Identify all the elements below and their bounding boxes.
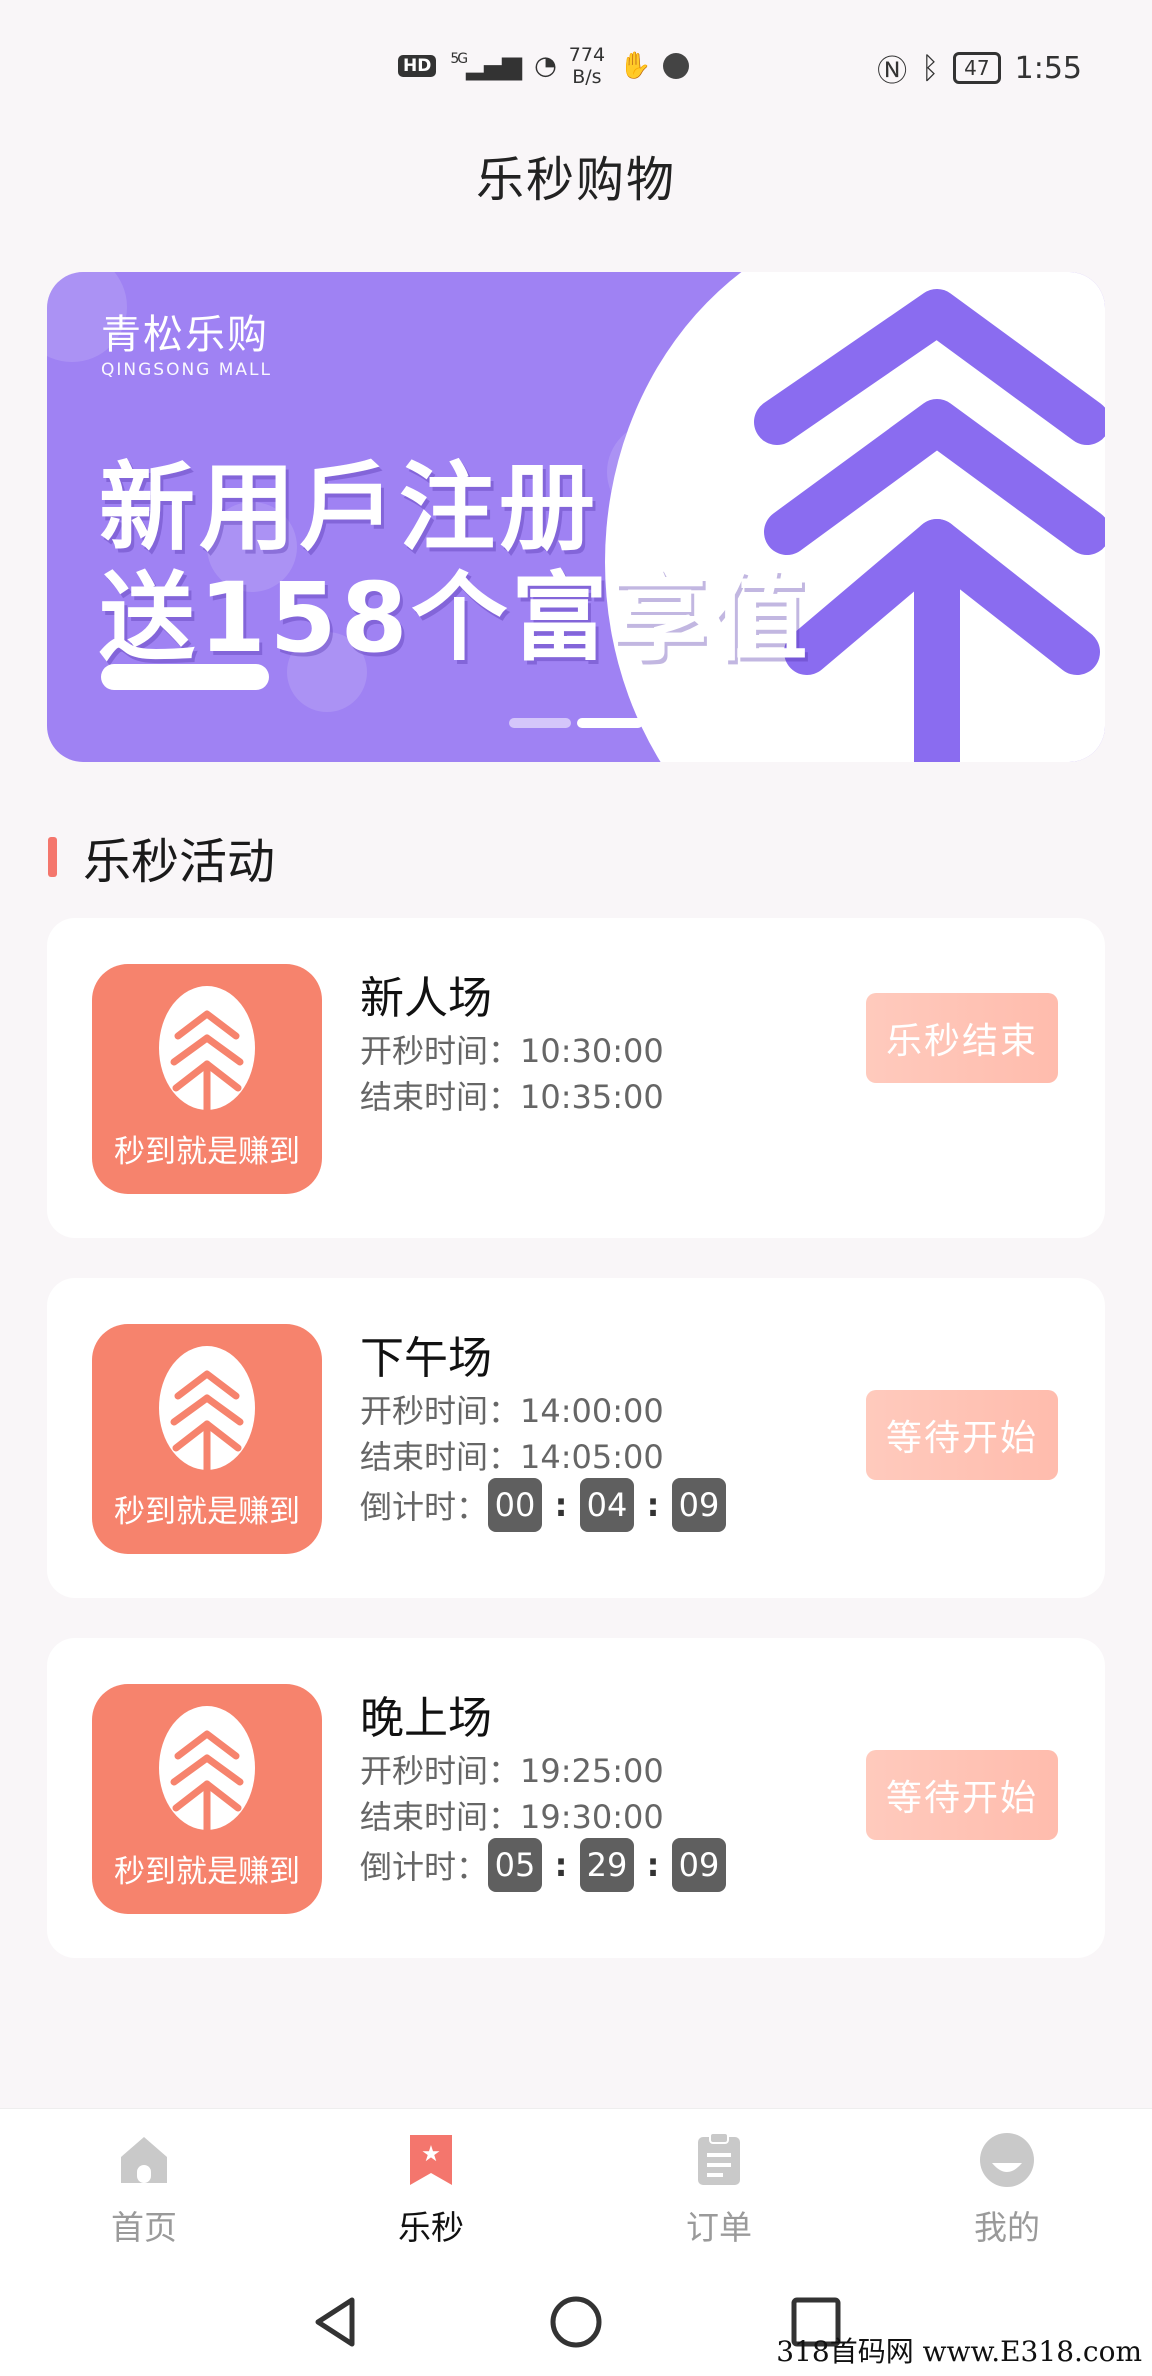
wifi-icon: ◔ xyxy=(534,51,557,81)
tree-logo: 秒到就是赚到 xyxy=(92,1324,322,1554)
countdown-minutes: 29 xyxy=(580,1838,635,1892)
countdown-minutes: 04 xyxy=(580,1478,635,1532)
start-time: 开秒时间：19:25:00 xyxy=(360,1752,664,1790)
session-name: 晚上场 xyxy=(360,1693,492,1744)
wait-start-button[interactable]: 等待开始 xyxy=(866,1390,1058,1480)
promo-banner[interactable]: 青松乐购 QINGSONG MALL 新用戶注册 送158个富享值 xyxy=(47,272,1105,762)
assistant-icon xyxy=(663,53,690,79)
countdown-hours: 00 xyxy=(488,1478,543,1532)
logo-caption: 秒到就是赚到 xyxy=(114,1494,300,1530)
carousel-indicator xyxy=(509,718,643,728)
home-circle-icon[interactable] xyxy=(546,2292,606,2352)
session-ended-button[interactable]: 乐秒结束 xyxy=(866,993,1058,1083)
bottom-tab-bar: 首页 ★ 乐秒 订单 我的 xyxy=(0,2108,1152,2262)
countdown-label: 倒计时： xyxy=(360,1488,489,1526)
battery-icon: 47 xyxy=(953,52,1001,84)
logo-caption: 秒到就是赚到 xyxy=(114,1134,300,1170)
logo-caption: 秒到就是赚到 xyxy=(114,1854,300,1890)
home-icon xyxy=(121,2137,167,2183)
tree-icon xyxy=(159,1706,255,1834)
banner-brand: 青松乐购 QINGSONG MALL xyxy=(101,302,272,380)
countdown-label: 倒计时： xyxy=(360,1848,489,1886)
net-rate: 774 B/s xyxy=(568,44,606,88)
tab-home[interactable]: 首页 xyxy=(64,2131,224,2249)
nfc-icon: Ⓝ xyxy=(877,54,908,89)
start-time: 开秒时间：10:30:00 xyxy=(360,1032,664,1070)
status-left: HD 5G▂▄▆ ◔ 774 B/s ✋ xyxy=(398,44,690,88)
brand-subtitle: QINGSONG MALL xyxy=(101,360,272,380)
tab-label: 乐秒 xyxy=(398,2208,464,2247)
flash-sale-icon: ★ xyxy=(410,2135,452,2185)
carousel-dot-active xyxy=(577,718,643,728)
tab-orders[interactable]: 订单 xyxy=(639,2131,799,2249)
back-icon[interactable] xyxy=(306,2292,366,2352)
start-time: 开秒时间：14:00:00 xyxy=(360,1392,664,1430)
countdown-seconds: 09 xyxy=(672,1838,727,1892)
svg-text:★: ★ xyxy=(421,2142,441,2167)
status-right: Ⓝ ᛒ 47 1:55 xyxy=(877,46,1082,90)
tab-label: 首页 xyxy=(111,2208,177,2247)
session-name: 新人场 xyxy=(360,973,492,1024)
end-time: 结束时间：14:05:00 xyxy=(360,1438,664,1476)
tree-logo: 秒到就是赚到 xyxy=(92,964,322,1194)
watermark: 318首码网 www.E318.com xyxy=(776,2335,1142,2368)
countdown-separator: : xyxy=(646,1486,660,1524)
section-accent-bar xyxy=(48,837,57,877)
tab-label: 订单 xyxy=(686,2208,752,2247)
countdown-separator: : xyxy=(554,1846,568,1884)
countdown-seconds: 09 xyxy=(672,1478,727,1532)
section-title: 乐秒活动 xyxy=(83,834,276,890)
countdown-separator: : xyxy=(646,1846,660,1884)
page-title: 乐秒购物 xyxy=(475,152,676,208)
promo-underline xyxy=(101,664,269,690)
countdown-hours: 05 xyxy=(488,1838,543,1892)
promo-line-2: 送158个富享值 xyxy=(99,562,812,674)
section-header: 乐秒活动 xyxy=(48,822,275,892)
order-icon xyxy=(698,2132,740,2185)
signal-icon: 5G▂▄▆ xyxy=(450,51,522,81)
profile-icon xyxy=(980,2133,1034,2187)
clock: 1:55 xyxy=(1014,50,1082,86)
tree-icon xyxy=(159,1346,255,1474)
tab-profile[interactable]: 我的 xyxy=(927,2131,1087,2249)
end-time: 结束时间：19:30:00 xyxy=(360,1798,664,1836)
session-card[interactable]: 秒到就是赚到 晚上场 开秒时间：19:25:00 结束时间：19:30:00 倒… xyxy=(47,1638,1105,1958)
hand-icon: ✋ xyxy=(619,51,651,81)
wait-start-button[interactable]: 等待开始 xyxy=(866,1750,1058,1840)
bluetooth-icon: ᛒ xyxy=(921,50,940,86)
session-name: 下午场 xyxy=(360,1333,492,1384)
end-time: 结束时间：10:35:00 xyxy=(360,1078,664,1116)
tree-icon xyxy=(159,986,255,1114)
tab-label: 我的 xyxy=(974,2208,1040,2247)
carousel-dot xyxy=(509,718,571,728)
countdown: 倒计时： 05 : 29 : 09 xyxy=(360,1838,727,1892)
tree-logo: 秒到就是赚到 xyxy=(92,1684,322,1914)
brand-name: 青松乐购 xyxy=(101,312,269,358)
status-bar: HD 5G▂▄▆ ◔ 774 B/s ✋ Ⓝ ᛒ 47 1:55 xyxy=(0,0,1152,130)
tree-chevron-icon xyxy=(754,289,1105,762)
session-card[interactable]: 秒到就是赚到 新人场 开秒时间：10:30:00 结束时间：10:35:00 乐… xyxy=(47,918,1105,1238)
countdown: 倒计时： 00 : 04 : 09 xyxy=(360,1478,727,1532)
system-nav-bar: 318首码网 www.E318.com xyxy=(0,2262,1152,2376)
tab-flash-sale[interactable]: ★ 乐秒 xyxy=(351,2131,511,2249)
session-card[interactable]: 秒到就是赚到 下午场 开秒时间：14:00:00 结束时间：14:05:00 倒… xyxy=(47,1278,1105,1598)
countdown-separator: : xyxy=(554,1486,568,1524)
hd-badge: HD xyxy=(398,55,437,77)
